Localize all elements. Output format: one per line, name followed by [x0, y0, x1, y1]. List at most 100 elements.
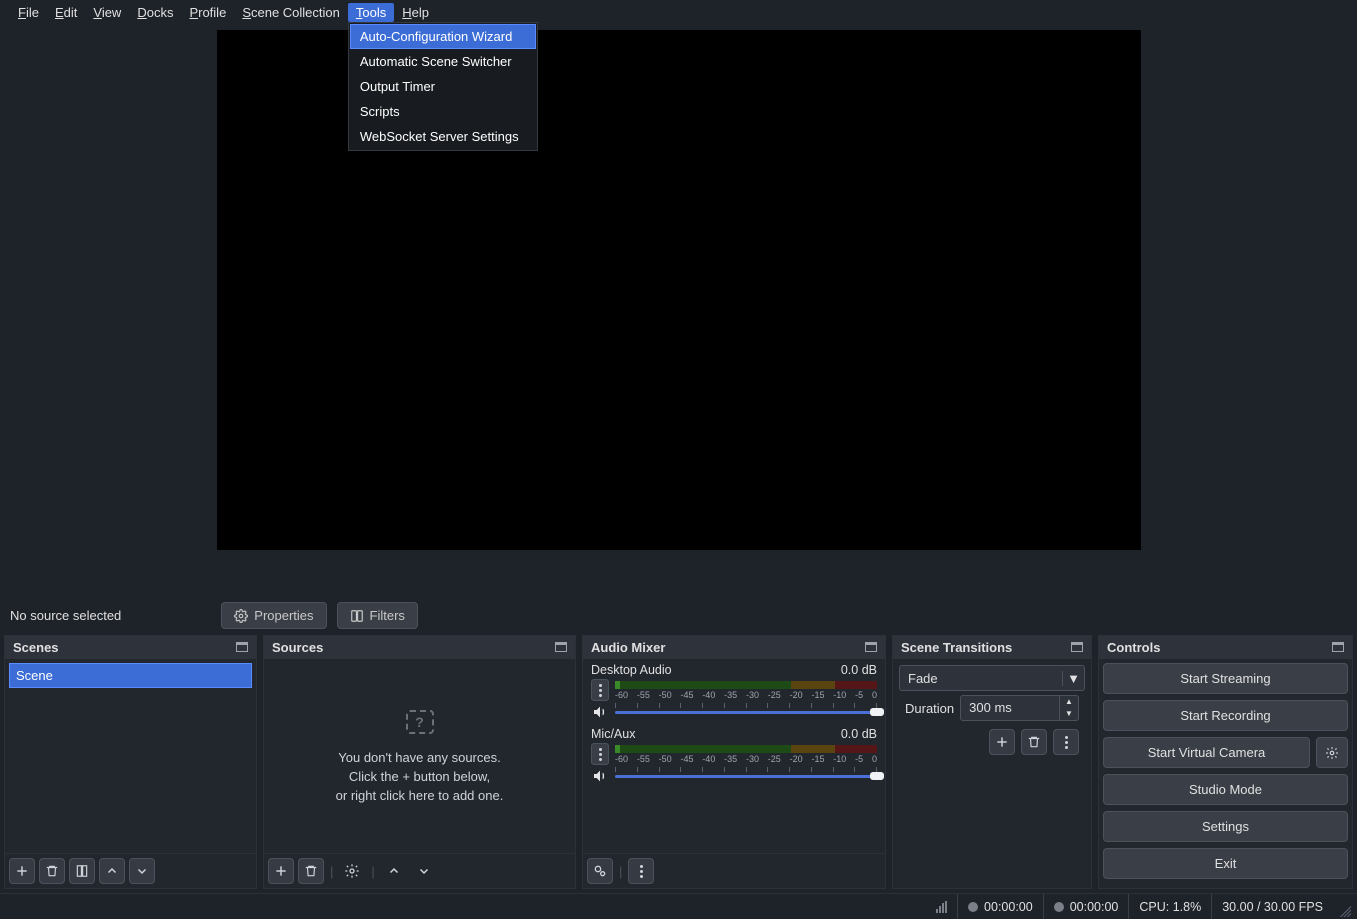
spin-up-icon[interactable]: ▲	[1060, 696, 1078, 708]
studio-mode-button[interactable]: Studio Mode	[1103, 774, 1348, 805]
menu-help[interactable]: Help	[394, 3, 437, 22]
tools-websocket[interactable]: WebSocket Server Settings	[350, 124, 536, 149]
filters-icon	[350, 609, 364, 623]
move-scene-down-button[interactable]	[129, 858, 155, 884]
mixer-advanced-button[interactable]	[587, 858, 613, 884]
mixer-track-name: Desktop Audio	[591, 663, 672, 677]
tools-scripts[interactable]: Scripts	[350, 99, 536, 124]
chevron-down-icon: ▼	[1062, 671, 1084, 686]
spin-down-icon[interactable]: ▼	[1060, 708, 1078, 720]
remove-scene-button[interactable]	[39, 858, 65, 884]
mixer-track: Desktop Audio 0.0 dB -60-55-50-45-40-35-…	[585, 661, 883, 725]
gear-icon	[234, 609, 248, 623]
menubar: File Edit View Docks Profile Scene Colle…	[0, 0, 1357, 24]
dock-scenes-title: Scenes	[13, 640, 59, 655]
popout-icon[interactable]	[1071, 642, 1083, 652]
source-status-text: No source selected	[10, 608, 121, 623]
speaker-icon[interactable]	[591, 767, 609, 785]
source-info-bar: No source selected Properties Filters	[0, 596, 1357, 635]
sources-empty-line1: You don't have any sources.	[338, 750, 500, 765]
status-cpu: CPU: 1.8%	[1139, 900, 1201, 914]
dock-sources-header[interactable]: Sources	[264, 636, 575, 659]
placeholder-icon: ?	[406, 710, 434, 734]
remove-source-button[interactable]	[298, 858, 324, 884]
mixer-menu-button[interactable]	[628, 858, 654, 884]
network-icon	[936, 901, 947, 913]
volume-slider[interactable]	[615, 770, 877, 782]
sources-empty-line2: Click the + button below,	[349, 769, 490, 784]
dock-mixer-header[interactable]: Audio Mixer	[583, 636, 885, 659]
tools-output-timer[interactable]: Output Timer	[350, 74, 536, 99]
menu-docks[interactable]: Docks	[129, 3, 181, 22]
popout-icon[interactable]	[865, 642, 877, 652]
transition-selected: Fade	[900, 671, 1062, 686]
menu-profile[interactable]: Profile	[181, 3, 234, 22]
docks-row: Scenes Scene Sources ? You don't have an…	[0, 635, 1357, 893]
dock-mixer-title: Audio Mixer	[591, 640, 665, 655]
filters-label: Filters	[370, 608, 405, 623]
scene-item[interactable]: Scene	[9, 663, 252, 688]
mixer-track-db: 0.0 dB	[841, 727, 877, 741]
dock-sources: Sources ? You don't have any sources. Cl…	[263, 635, 576, 889]
duration-spinner[interactable]: 300 ms ▲▼	[960, 695, 1079, 721]
scene-filter-button[interactable]	[69, 858, 95, 884]
start-streaming-button[interactable]: Start Streaming	[1103, 663, 1348, 694]
gear-icon	[1325, 746, 1339, 760]
speaker-icon[interactable]	[591, 703, 609, 721]
filters-button[interactable]: Filters	[337, 602, 418, 629]
exit-button[interactable]: Exit	[1103, 848, 1348, 879]
popout-icon[interactable]	[1332, 642, 1344, 652]
live-dot-icon	[968, 902, 978, 912]
add-transition-button[interactable]	[989, 729, 1015, 755]
properties-label: Properties	[254, 608, 313, 623]
dock-scenes: Scenes Scene	[4, 635, 257, 889]
status-live-time: 00:00:00	[984, 900, 1033, 914]
virtual-camera-settings-button[interactable]	[1316, 737, 1348, 768]
mixer-track-menu-button[interactable]	[591, 743, 609, 765]
add-scene-button[interactable]	[9, 858, 35, 884]
settings-button[interactable]: Settings	[1103, 811, 1348, 842]
menu-file[interactable]: File	[10, 3, 47, 22]
preview-area	[0, 24, 1357, 596]
dock-controls-header[interactable]: Controls	[1099, 636, 1352, 659]
dock-audio-mixer: Audio Mixer Desktop Audio 0.0 dB -60-55-…	[582, 635, 886, 889]
status-fps: 30.00 / 30.00 FPS	[1222, 900, 1323, 914]
dock-scenes-header[interactable]: Scenes	[5, 636, 256, 659]
start-recording-button[interactable]: Start Recording	[1103, 700, 1348, 731]
menu-edit[interactable]: Edit	[47, 3, 85, 22]
resize-grip-icon[interactable]	[1337, 903, 1351, 917]
tools-dropdown: Auto-Configuration Wizard Automatic Scen…	[348, 22, 538, 151]
popout-icon[interactable]	[236, 642, 248, 652]
mixer-track-db: 0.0 dB	[841, 663, 877, 677]
move-source-up-button[interactable]	[381, 858, 407, 884]
dock-sources-title: Sources	[272, 640, 323, 655]
status-rec-time: 00:00:00	[1070, 900, 1119, 914]
meter-scale: -60-55-50-45-40-35-30-25-20-15-10-50	[615, 690, 877, 700]
properties-button[interactable]: Properties	[221, 602, 326, 629]
tools-scene-switcher[interactable]: Automatic Scene Switcher	[350, 49, 536, 74]
move-scene-up-button[interactable]	[99, 858, 125, 884]
start-virtual-camera-button[interactable]: Start Virtual Camera	[1103, 737, 1310, 768]
duration-label: Duration	[905, 701, 954, 716]
volume-slider[interactable]	[615, 706, 877, 718]
menu-scene-collection[interactable]: Scene Collection	[234, 3, 348, 22]
menu-tools[interactable]: Tools Auto-Configuration Wizard Automati…	[348, 3, 394, 22]
statusbar: 00:00:00 00:00:00 CPU: 1.8% 30.00 / 30.0…	[0, 893, 1357, 919]
dock-transitions: Scene Transitions Fade ▼ Duration 300 ms…	[892, 635, 1092, 889]
sources-empty-state[interactable]: ? You don't have any sources. Click the …	[266, 661, 573, 851]
menu-view[interactable]: View	[85, 3, 129, 22]
add-source-button[interactable]	[268, 858, 294, 884]
transition-menu-button[interactable]	[1053, 729, 1079, 755]
popout-icon[interactable]	[555, 642, 567, 652]
mixer-track-menu-button[interactable]	[591, 679, 609, 701]
transition-select[interactable]: Fade ▼	[899, 665, 1085, 691]
dock-controls-title: Controls	[1107, 640, 1160, 655]
tools-auto-config[interactable]: Auto-Configuration Wizard	[350, 24, 536, 49]
dock-transitions-title: Scene Transitions	[901, 640, 1012, 655]
dock-transitions-header[interactable]: Scene Transitions	[893, 636, 1091, 659]
rec-dot-icon	[1054, 902, 1064, 912]
remove-transition-button[interactable]	[1021, 729, 1047, 755]
mixer-track: Mic/Aux 0.0 dB -60-55-50-45-40-35-30-25-…	[585, 725, 883, 789]
source-properties-button[interactable]	[339, 858, 365, 884]
move-source-down-button[interactable]	[411, 858, 437, 884]
